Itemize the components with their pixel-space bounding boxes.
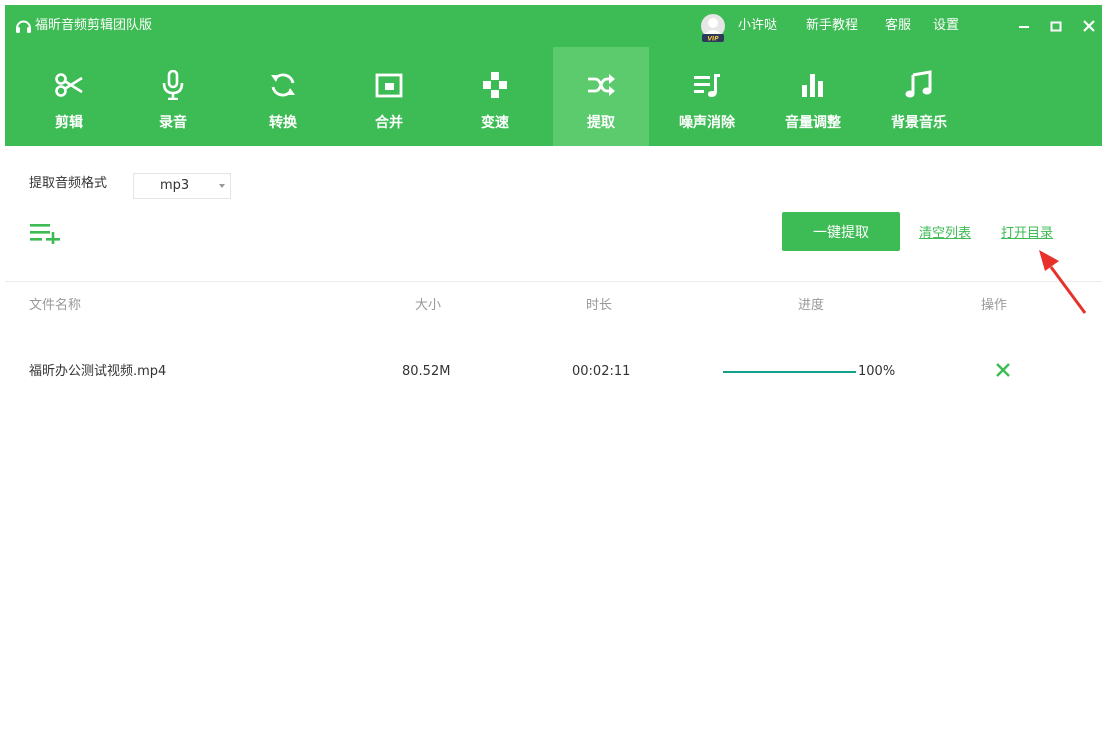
vip-badge: VIP: [707, 36, 719, 43]
tool-record[interactable]: 录音: [125, 47, 221, 146]
tool-label: 剪辑: [55, 115, 83, 131]
extract-shuffle-icon: [588, 74, 615, 96]
tool-extract[interactable]: 提取: [553, 47, 649, 146]
table-row[interactable]: 福昕办公测试视频.mp4 80.52M 00:02:11 100%: [5, 350, 1102, 390]
username-link[interactable]: 小许哒: [738, 17, 777, 34]
tool-label: 背景音乐: [891, 115, 947, 131]
header-action: 操作: [981, 298, 1008, 313]
maximize-icon[interactable]: [1047, 17, 1065, 35]
chevron-down-icon: [219, 184, 225, 188]
tutorial-link[interactable]: 新手教程: [806, 17, 858, 34]
divider: [5, 281, 1102, 282]
file-name: 福昕办公测试视频.mp4: [29, 364, 167, 379]
progress-bar: [723, 371, 856, 373]
tool-label: 提取: [587, 115, 615, 131]
minimize-icon[interactable]: [1015, 17, 1033, 35]
progress-percent: 100%: [858, 364, 896, 379]
header-progress: 进度: [798, 298, 825, 313]
tool-noise-removal[interactable]: 噪声消除: [659, 47, 755, 146]
tool-speed[interactable]: 变速: [447, 47, 543, 146]
tool-label: 转换: [269, 115, 297, 131]
settings-link[interactable]: 设置: [933, 17, 959, 34]
volume-bars-icon: [802, 74, 823, 97]
tool-volume[interactable]: 音量调整: [765, 47, 861, 146]
clear-list-link[interactable]: 清空列表: [919, 225, 971, 243]
avatar[interactable]: VIP: [698, 13, 728, 43]
function-toolbar: 剪辑 录音 转换 合并 变速 提取 噪声消除 音量调整 背景音乐: [5, 47, 1102, 146]
speed-icon: [483, 72, 507, 98]
tool-label: 合并: [375, 115, 403, 131]
extract-button[interactable]: 一键提取: [782, 212, 900, 251]
noise-removal-icon: [694, 74, 720, 97]
annotation-arrow-icon: [1039, 250, 1087, 314]
progress-fill: [723, 371, 856, 373]
tool-label: 变速: [481, 115, 509, 131]
app-title: 福昕音频剪辑团队版: [35, 18, 153, 33]
file-duration: 00:02:11: [572, 364, 631, 379]
format-select[interactable]: mp3: [133, 173, 231, 199]
delete-icon[interactable]: [994, 361, 1012, 379]
file-size: 80.52M: [402, 364, 451, 379]
header-duration: 时长: [586, 298, 613, 313]
support-link[interactable]: 客服: [885, 17, 911, 34]
format-label: 提取音频格式: [29, 176, 108, 191]
music-note-icon: [905, 70, 932, 98]
tool-label: 音量调整: [785, 115, 841, 131]
convert-icon: [271, 73, 295, 97]
app-window: 福昕音频剪辑团队版 VIP 小许哒 新手教程 客服 设置 剪辑 录音 转换 合并…: [5, 5, 1102, 731]
header-size: 大小: [415, 298, 442, 313]
tool-merge[interactable]: 合并: [341, 47, 437, 146]
microphone-icon: [162, 70, 184, 100]
headphones-logo-icon: [16, 20, 31, 33]
open-folder-link[interactable]: 打开目录: [1001, 225, 1053, 243]
tool-convert[interactable]: 转换: [235, 47, 331, 146]
header-filename: 文件名称: [29, 298, 82, 313]
close-icon[interactable]: [1080, 17, 1098, 35]
tool-label: 录音: [159, 115, 187, 131]
tool-label: 噪声消除: [679, 115, 735, 131]
title-bar: 福昕音频剪辑团队版 VIP 小许哒 新手教程 客服 设置: [5, 5, 1102, 47]
scissors-icon: [55, 73, 83, 97]
tool-cut[interactable]: 剪辑: [21, 47, 117, 146]
format-value: mp3: [160, 178, 190, 193]
merge-icon: [375, 73, 403, 98]
tool-background-music[interactable]: 背景音乐: [871, 47, 967, 146]
add-files-icon[interactable]: [30, 222, 64, 244]
